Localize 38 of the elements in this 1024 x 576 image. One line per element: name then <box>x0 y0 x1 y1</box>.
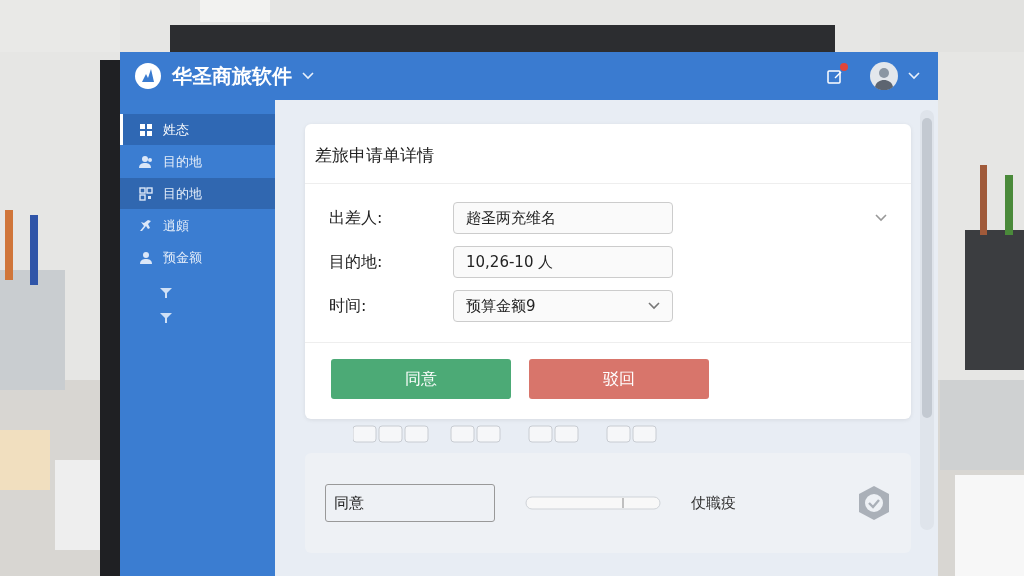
field-label: 目的地: <box>329 251 384 273</box>
sidebar-item[interactable]: 姓态 <box>120 114 275 145</box>
scrollbar[interactable] <box>920 110 934 530</box>
reject-button[interactable]: 驳回 <box>529 359 709 399</box>
field-label: 时间: <box>329 295 368 317</box>
sidebar-label: 逍頗 <box>163 216 189 235</box>
person-icon <box>139 250 153 265</box>
sidebar-item[interactable]: 目的地 <box>120 178 275 209</box>
sidebar-label: 预金额 <box>163 248 202 267</box>
chevron-icon <box>908 72 920 80</box>
app-title: 华圣商旅软件 <box>172 62 292 90</box>
approve-button[interactable]: 同意 <box>331 359 511 399</box>
avatar-icon[interactable] <box>870 62 898 90</box>
qr-code-icon <box>139 186 153 201</box>
shield-check-icon <box>857 485 891 521</box>
card-title: 差旅申请单详情 <box>305 124 911 184</box>
sidebar-label: 目的地 <box>163 152 202 171</box>
filter-icon <box>160 288 172 298</box>
grid-icon <box>139 122 153 137</box>
caret-icon <box>648 302 660 310</box>
logo-icon <box>134 62 162 90</box>
sidebar-label: 姓态 <box>163 120 189 139</box>
sidebar-label: 目的地 <box>163 184 202 203</box>
filter-icon <box>160 313 172 323</box>
input-field[interactable]: 10,26-10 人 <box>453 246 673 278</box>
status-label: 仗職疫 <box>691 493 736 513</box>
sidebar-item[interactable]: 目的地 <box>120 146 275 177</box>
notification-button[interactable] <box>824 65 846 87</box>
sidebar-item[interactable]: 逍頗 <box>120 210 275 241</box>
select-field[interactable]: 预算金额9 <box>453 290 673 322</box>
sidebar-item[interactable]: 预金额 <box>120 242 275 273</box>
people-icon <box>139 154 153 169</box>
field-label: 出差人: <box>329 207 384 229</box>
chevron-icon <box>875 214 887 222</box>
input-field[interactable]: 趦圣两充维名 <box>453 202 673 234</box>
input-field[interactable]: 同意 <box>325 484 495 522</box>
plane-icon <box>139 218 153 233</box>
chevron-icon <box>302 72 314 80</box>
